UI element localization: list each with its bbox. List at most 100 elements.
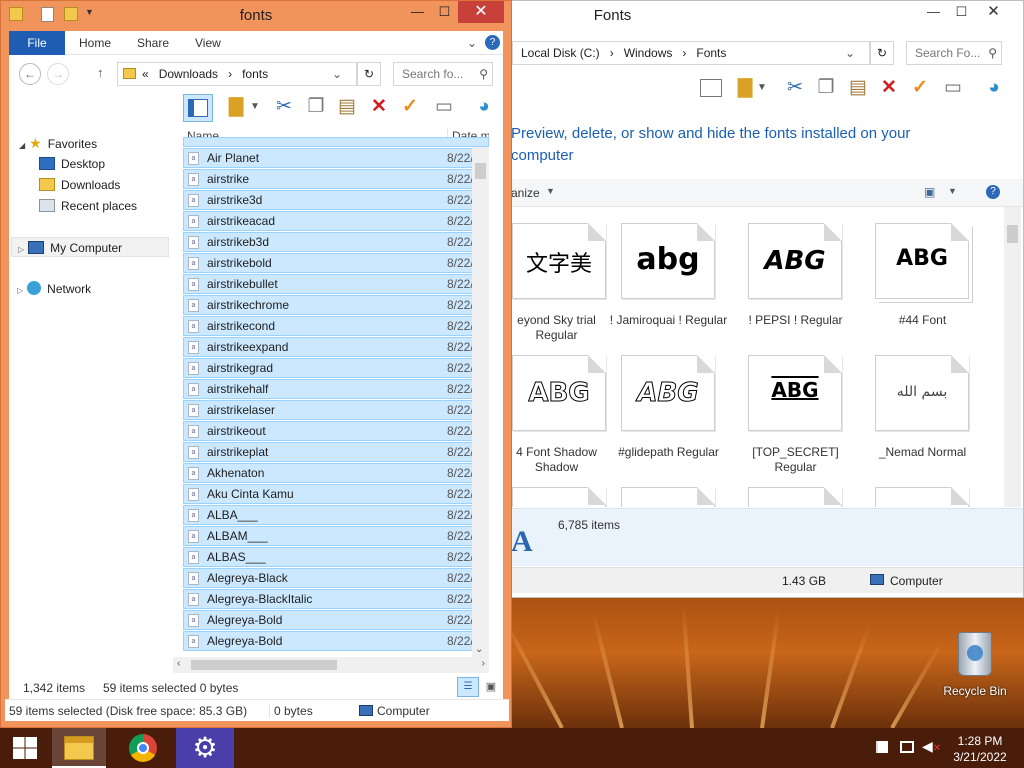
taskbar-chrome[interactable] — [116, 728, 170, 768]
view-icon[interactable]: ▣ — [924, 185, 935, 199]
help-icon[interactable]: ? — [485, 35, 500, 50]
properties-folder-icon[interactable]: ▇ — [223, 94, 249, 120]
table-row[interactable]: a airstrike 8/22/20 — [183, 169, 489, 189]
table-row[interactable]: a airstrikecond 8/22/20 — [183, 316, 489, 336]
close-button[interactable]: ✕ — [980, 1, 1007, 23]
chevron-down-icon[interactable]: ⌄ — [332, 63, 342, 85]
large-icons-view-button[interactable]: ▣ — [481, 677, 501, 697]
paste-icon[interactable]: ▤ — [334, 94, 360, 120]
font-tile[interactable]: ABG #44 Font — [859, 221, 986, 351]
details-view-button[interactable]: ☰ — [457, 677, 479, 697]
table-row[interactable]: a ALBAS___ 8/22/20 — [183, 547, 489, 567]
shell-icon[interactable]: ◕ — [981, 75, 1007, 101]
table-row[interactable]: a airstrikehalf 8/22/20 — [183, 379, 489, 399]
table-row[interactable]: a airstrikeexpand 8/22/20 — [183, 337, 489, 357]
table-row[interactable]: a ALBAM___ 8/22/20 — [183, 526, 489, 546]
delete-icon[interactable]: ✕ — [366, 94, 392, 120]
organize-menu[interactable]: anize — [512, 186, 540, 200]
fonts-scrollbar[interactable] — [1004, 207, 1021, 507]
font-tile[interactable]: ABG [TOP_SECRET] Regular — [732, 353, 859, 483]
copy-icon[interactable]: ❐ — [303, 94, 329, 120]
paste-icon[interactable]: ▤ — [845, 75, 871, 101]
table-row[interactable]: a airstrikelaser 8/22/20 — [183, 400, 489, 420]
maximize-button[interactable]: ☐ — [948, 1, 975, 23]
explorer-breadcrumb[interactable]: « Downloads › fonts ⌄ — [117, 62, 357, 86]
up-icon[interactable]: ↑ — [97, 65, 104, 80]
cut-icon[interactable]: ✂ — [782, 75, 808, 101]
nav-recent[interactable]: Recent places — [39, 196, 137, 216]
table-row[interactable]: a airstrikeout 8/22/20 — [183, 421, 489, 441]
table-row[interactable]: a Alegreya-Bold 8/22/20 — [183, 631, 489, 651]
fonts-breadcrumb[interactable]: Local Disk (C:) › Windows › Fonts ⌄ — [512, 41, 870, 65]
shell-icon[interactable]: ◕ — [471, 94, 497, 120]
expand-icon[interactable]: ▷ — [18, 245, 24, 254]
crumb-overflow[interactable]: « — [142, 67, 149, 81]
explorer-window[interactable]: ▼ fonts — ☐ ✕ File Home Share View ⌄ ? ←… — [0, 0, 512, 728]
taskbar-settings[interactable]: ⚙ — [176, 728, 234, 768]
nav-my-computer[interactable]: ▷ My Computer — [11, 237, 169, 257]
refresh-button[interactable]: ↻ — [870, 41, 894, 65]
help-icon[interactable]: ? — [986, 185, 1000, 199]
chevron-down-icon[interactable]: ⌄ — [845, 42, 855, 64]
scroll-right-icon[interactable]: › — [482, 658, 485, 669]
scroll-down-icon[interactable]: ⌄ — [475, 644, 483, 655]
properties-icon[interactable]: ▭ — [431, 94, 457, 120]
table-row[interactable]: a Alegreya-Bold 8/22/20 — [183, 610, 489, 630]
hscroll-thumb[interactable] — [191, 660, 337, 670]
table-row[interactable]: a Aku Cinta Kamu 8/22/20 — [183, 484, 489, 504]
nav-favorites[interactable]: ◢ ★ Favorites — [19, 133, 97, 153]
crumb-windows[interactable]: Windows — [624, 46, 673, 60]
delete-icon[interactable]: ✕ — [876, 75, 902, 101]
preview-pane-icon[interactable] — [698, 75, 724, 101]
nav-desktop[interactable]: Desktop — [39, 154, 105, 174]
crumb-downloads[interactable]: Downloads — [159, 67, 218, 81]
tab-view[interactable]: View — [195, 31, 221, 55]
crumb-local-disk[interactable]: Local Disk (C:) — [521, 46, 600, 60]
font-tile[interactable]: 文字美 eyond Sky trial Regular — [512, 221, 606, 351]
expand-icon[interactable]: ▷ — [17, 286, 23, 295]
fonts-search-input[interactable]: Search Fo... ⚲ — [906, 41, 1002, 65]
preview-pane-icon[interactable] — [183, 94, 213, 122]
table-row[interactable]: a Alegreya-Black 8/22/20 — [183, 568, 489, 588]
table-row[interactable]: a airstrikechrome 8/22/20 — [183, 295, 489, 315]
table-row[interactable] — [183, 137, 489, 147]
explorer-search-input[interactable]: Search fo... ⚲ — [393, 62, 493, 86]
rename-icon[interactable]: ✓ — [397, 94, 423, 120]
rename-icon[interactable]: ✓ — [907, 75, 933, 101]
scroll-left-icon[interactable]: ‹ — [177, 658, 180, 669]
copy-icon[interactable]: ❐ — [813, 75, 839, 101]
file-list-scrollbar[interactable]: ⌄ — [472, 147, 489, 657]
ribbon-expand-icon[interactable]: ⌄ — [467, 31, 477, 55]
explorer-titlebar[interactable]: ▼ fonts — ☐ ✕ — [1, 1, 511, 31]
dropdown-icon[interactable]: ▼ — [754, 75, 770, 101]
table-row[interactable]: a airstrike3d 8/22/20 — [183, 190, 489, 210]
refresh-button[interactable]: ↻ — [357, 62, 381, 86]
font-tile[interactable]: ABG 4 Font Shadow Shadow — [512, 353, 606, 483]
back-button[interactable]: ← — [19, 63, 41, 85]
font-tile[interactable]: ABG ! PEPSI ! Regular — [732, 221, 859, 351]
table-row[interactable]: a Akhenaton 8/22/20 — [183, 463, 489, 483]
expand-icon[interactable]: ◢ — [19, 141, 25, 150]
table-row[interactable]: a airstrikegrad 8/22/20 — [183, 358, 489, 378]
font-tile[interactable]: ABG #glidepath Regular — [605, 353, 732, 483]
network-icon[interactable] — [900, 741, 914, 753]
crumb-fonts[interactable]: Fonts — [696, 46, 726, 60]
table-row[interactable]: a Air Planet 8/22/20 — [183, 148, 489, 168]
fonts-titlebar[interactable]: Fonts — ☐ ✕ — [512, 1, 1023, 31]
table-row[interactable]: a airstrikeplat 8/22/20 — [183, 442, 489, 462]
minimize-button[interactable]: — — [404, 1, 431, 23]
nav-network[interactable]: ▷ Network — [17, 279, 91, 299]
table-row[interactable]: a airstrikebold 8/22/20 — [183, 253, 489, 273]
taskbar-file-explorer[interactable] — [52, 728, 106, 768]
crumb-fonts[interactable]: fonts — [242, 67, 268, 81]
forward-button[interactable]: → — [47, 63, 69, 85]
scroll-thumb[interactable] — [475, 163, 486, 179]
start-button[interactable] — [0, 728, 50, 768]
font-tile[interactable]: بسم الله _Nemad Normal — [859, 353, 986, 483]
nav-downloads[interactable]: Downloads — [39, 175, 120, 195]
clock-time[interactable]: 1:28 PM — [952, 734, 1008, 748]
file-list-hscrollbar[interactable]: ‹ › — [173, 657, 489, 673]
flag-icon[interactable] — [876, 741, 888, 753]
chevron-down-icon[interactable]: ▼ — [948, 186, 957, 196]
table-row[interactable]: a airstrikeacad 8/22/20 — [183, 211, 489, 231]
